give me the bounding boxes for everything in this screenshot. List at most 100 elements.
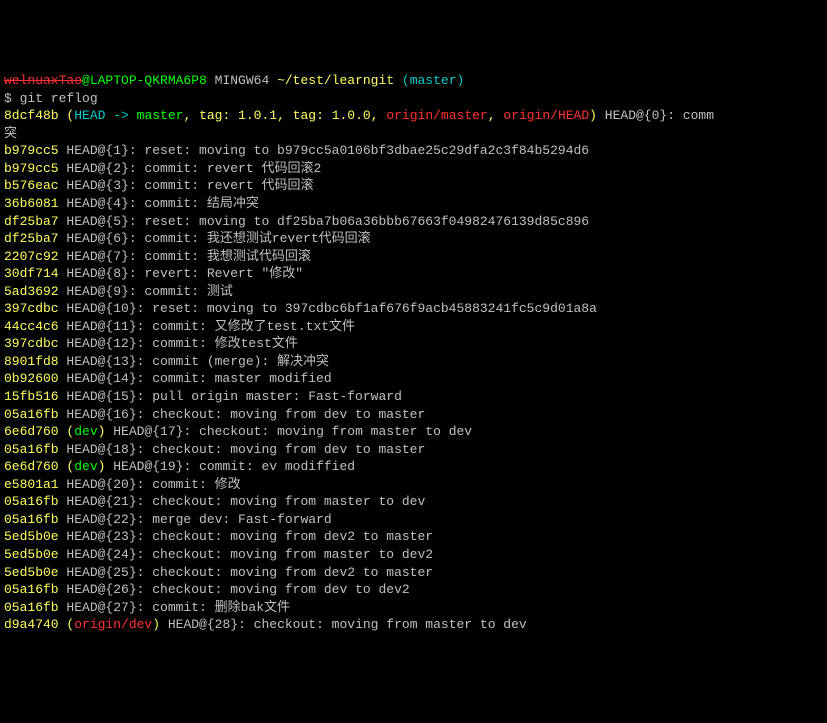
commit-hash: 6e6d760 [4,424,59,439]
commit-hash: df25ba7 [4,231,59,246]
reflog-text: HEAD@{24}: checkout: moving from master … [59,547,433,562]
commit-hash: 5ed5b0e [4,547,59,562]
branch-ref: dev [74,459,97,474]
reflog-text: HEAD@{25}: checkout: moving from dev2 to… [59,565,433,580]
reflog-text: HEAD@{9}: commit: 测试 [59,284,233,299]
cwd-path: ~/test/learngit [269,73,394,88]
terminal-line: 5ed5b0e HEAD@{23}: checkout: moving from… [4,528,823,546]
terminal-line: 05a16fb HEAD@{18}: checkout: moving from… [4,441,823,459]
commit-hash: 5ed5b0e [4,565,59,580]
terminal-line: df25ba7 HEAD@{6}: commit: 我还想测试revert代码回… [4,230,823,248]
commit-hash: 397cdbc [4,336,59,351]
command-input[interactable]: $ git reflog [4,91,98,106]
reflog-text: HEAD@{13}: commit (merge): 解决冲突 [59,354,329,369]
reflog-text: HEAD@{6}: commit: 我还想测试revert代码回滚 [59,231,371,246]
terminal-line: 397cdbc HEAD@{12}: commit: 修改test文件 [4,335,823,353]
reflog-text: HEAD@{4}: commit: 结局冲突 [59,196,259,211]
paren: ) [589,108,597,123]
paren: ) [152,617,160,632]
commit-hash: 05a16fb [4,600,59,615]
commit-hash: 30df714 [4,266,59,281]
reflog-text: HEAD@{8}: revert: Revert "修改" [59,266,303,281]
terminal-line: b576eac HEAD@{3}: commit: revert 代码回滚 [4,177,823,195]
terminal-line: b979cc5 HEAD@{2}: commit: revert 代码回滚2 [4,160,823,178]
sep: , [371,108,387,123]
reflog-text: HEAD@{14}: commit: master modified [59,371,332,386]
commit-hash: 397cdbc [4,301,59,316]
paren: ( [59,617,75,632]
terminal-line: 6e6d760 (dev) HEAD@{17}: checkout: movin… [4,423,823,441]
reflog-text: HEAD@{18}: checkout: moving from dev to … [59,442,426,457]
commit-hash: 8901fd8 [4,354,59,369]
reflog-text: HEAD@{16}: checkout: moving from dev to … [59,407,426,422]
tag: tag: 1.0.0 [293,108,371,123]
terminal-line: 05a16fb HEAD@{27}: commit: 删除bak文件 [4,599,823,617]
terminal-line: 8dcf48b (HEAD -> master, tag: 1.0.1, tag… [4,107,823,125]
reflog-text: HEAD@{3}: commit: revert 代码回滚 [59,178,314,193]
reflog-text: HEAD@{26}: checkout: moving from dev to … [59,582,410,597]
reflog-text: HEAD@{5}: reset: moving to df25ba7b06a36… [59,214,590,229]
commit-hash: 5ed5b0e [4,529,59,544]
reflog-text: HEAD@{2}: commit: revert 代码回滚2 [59,161,322,176]
reflog-text: HEAD@{27}: commit: 删除bak文件 [59,600,290,615]
commit-hash: b979cc5 [4,161,59,176]
user-redacted: welnuaxTao [4,73,82,88]
paren: ( [59,459,75,474]
terminal-line: 8901fd8 HEAD@{13}: commit (merge): 解决冲突 [4,353,823,371]
sep: , [488,108,504,123]
terminal-line: 突 [4,125,823,143]
commit-hash: 15fb516 [4,389,59,404]
reflog-text-wrap: 突 [4,126,17,141]
terminal-line: 44cc4c6 HEAD@{11}: commit: 又修改了test.txt文… [4,318,823,336]
terminal-line: d9a4740 (origin/dev) HEAD@{28}: checkout… [4,616,823,634]
terminal-line: $ git reflog [4,90,823,108]
terminal-line: 5ad3692 HEAD@{9}: commit: 测试 [4,283,823,301]
sep: , [277,108,293,123]
branch-ref: dev [74,424,97,439]
reflog-text: HEAD@{19}: commit: ev modiffied [105,459,355,474]
reflog-text: HEAD@{21}: checkout: moving from master … [59,494,426,509]
commit-hash: 36b6081 [4,196,59,211]
reflog-text: HEAD@{12}: commit: 修改test文件 [59,336,298,351]
commit-hash: 05a16fb [4,494,59,509]
terminal-line: 6e6d760 (dev) HEAD@{19}: commit: ev modi… [4,458,823,476]
branch-name: (master) [394,73,464,88]
commit-hash: 05a16fb [4,512,59,527]
terminal-line: 30df714 HEAD@{8}: revert: Revert "修改" [4,265,823,283]
remote-branch: origin/dev [74,617,152,632]
reflog-text: HEAD@{15}: pull origin master: Fast-forw… [59,389,402,404]
paren: ( [59,424,75,439]
terminal-line: welnuaxTao@LAPTOP-QKRMA6P8 MINGW64 ~/tes… [4,72,823,90]
terminal-line: 05a16fb HEAD@{26}: checkout: moving from… [4,581,823,599]
terminal-line: 397cdbc HEAD@{10}: reset: moving to 397c… [4,300,823,318]
hostname: @LAPTOP-QKRMA6P8 [82,73,207,88]
commit-hash: 8dcf48b [4,108,59,123]
commit-hash: 05a16fb [4,407,59,422]
terminal-output[interactable]: welnuaxTao@LAPTOP-QKRMA6P8 MINGW64 ~/tes… [4,72,823,634]
reflog-text: HEAD@{7}: commit: 我想测试代码回滚 [59,249,311,264]
terminal-line: e5801a1 HEAD@{20}: commit: 修改 [4,476,823,494]
reflog-text: HEAD@{1}: reset: moving to b979cc5a0106b… [59,143,590,158]
reflog-text: HEAD@{17}: checkout: moving from master … [105,424,472,439]
terminal-line: 0b92600 HEAD@{14}: commit: master modifi… [4,370,823,388]
commit-hash: 6e6d760 [4,459,59,474]
commit-hash: b576eac [4,178,59,193]
reflog-text: HEAD@{23}: checkout: moving from dev2 to… [59,529,433,544]
terminal-line: 5ed5b0e HEAD@{24}: checkout: moving from… [4,546,823,564]
commit-hash: 05a16fb [4,582,59,597]
remote-branch: origin/master [386,108,487,123]
commit-hash: 2207c92 [4,249,59,264]
reflog-text: HEAD@{22}: merge dev: Fast-forward [59,512,332,527]
paren: ( [59,108,75,123]
terminal-line: 2207c92 HEAD@{7}: commit: 我想测试代码回滚 [4,248,823,266]
terminal-line: 36b6081 HEAD@{4}: commit: 结局冲突 [4,195,823,213]
terminal-line: 5ed5b0e HEAD@{25}: checkout: moving from… [4,564,823,582]
tag: tag: 1.0.1 [199,108,277,123]
reflog-text: HEAD@{20}: commit: 修改 [59,477,241,492]
commit-hash: 5ad3692 [4,284,59,299]
commit-hash: 44cc4c6 [4,319,59,334]
commit-hash: 0b92600 [4,371,59,386]
terminal-line: b979cc5 HEAD@{1}: reset: moving to b979c… [4,142,823,160]
commit-hash: df25ba7 [4,214,59,229]
branch-master: master [137,108,184,123]
